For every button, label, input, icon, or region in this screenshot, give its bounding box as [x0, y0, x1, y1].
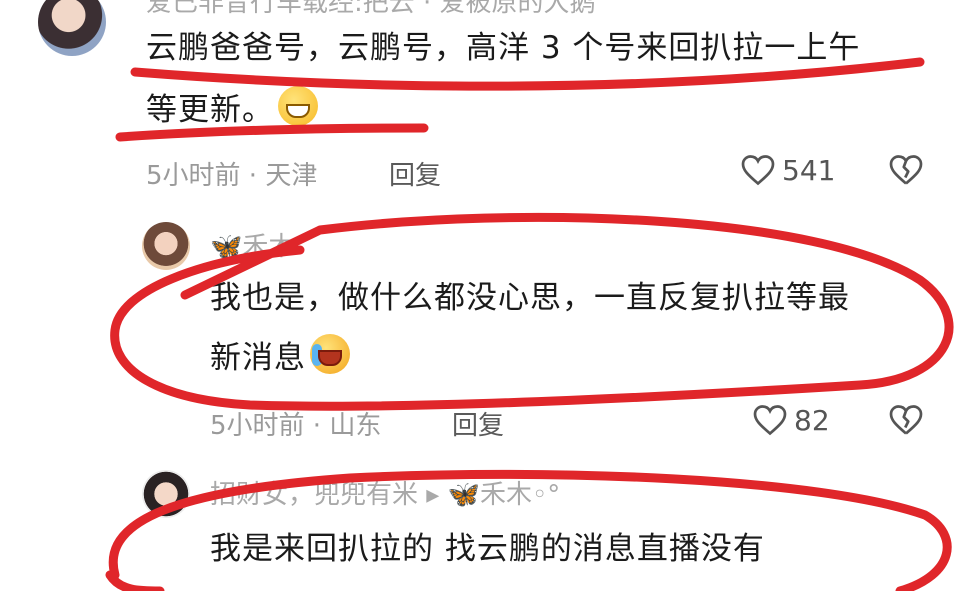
grin-emoji-icon [278, 86, 318, 126]
comment-username[interactable]: 爱已非昔行车载经:把云 · 爱被原的大鹅 [146, 0, 596, 19]
avatar[interactable] [38, 0, 106, 56]
comment-text-line: 新消息 [210, 340, 306, 376]
reply-button[interactable]: 回复 [452, 405, 504, 442]
avatar[interactable] [142, 222, 190, 270]
comment-meta: 5小时前 · 山东 [210, 411, 382, 441]
comment-text-line: 等更新。 [146, 92, 274, 128]
dislike-button[interactable] [888, 153, 924, 191]
like-button[interactable]: 82 [752, 403, 830, 437]
comment-text: 云鹏爸爸号，云鹏号，高洋 3 个号来回扒拉一上午 [146, 18, 860, 78]
comment-username[interactable]: 招财女，兜兜有米 ▸ 🦋禾木◦° [210, 474, 560, 511]
broken-heart-icon [889, 155, 923, 185]
avatar[interactable] [142, 470, 190, 518]
comment-text: 我也是，做什么都没心思，一直反复扒拉等最 [210, 268, 850, 328]
comment-username[interactable]: 🦋禾木 [210, 226, 294, 263]
like-count: 82 [794, 403, 830, 437]
comment-text-line: 云鹏爸爸号，云鹏号，高洋 3 个号来回扒拉一上午 [146, 30, 861, 66]
comment-text: 新消息 [210, 328, 350, 388]
broken-heart-icon [889, 405, 923, 435]
like-count: 541 [782, 153, 836, 187]
heart-outline-icon [741, 155, 775, 186]
crying-emoji-icon [310, 334, 350, 374]
comment-text-line: 我是来回扒拉的 找云鹏的消息直播没有 [210, 531, 765, 567]
comment-text: 我是来回扒拉的 找云鹏的消息直播没有 [210, 519, 765, 579]
comment-meta: 5小时前 · 天津 [146, 161, 318, 191]
dislike-button[interactable] [888, 403, 924, 441]
heart-outline-icon [753, 405, 787, 436]
reply-button[interactable]: 回复 [389, 155, 441, 192]
like-button[interactable]: 541 [740, 153, 835, 187]
comment-text-line: 我也是，做什么都没心思，一直反复扒拉等最 [210, 280, 850, 316]
comment-text: 等更新。 [146, 80, 318, 140]
